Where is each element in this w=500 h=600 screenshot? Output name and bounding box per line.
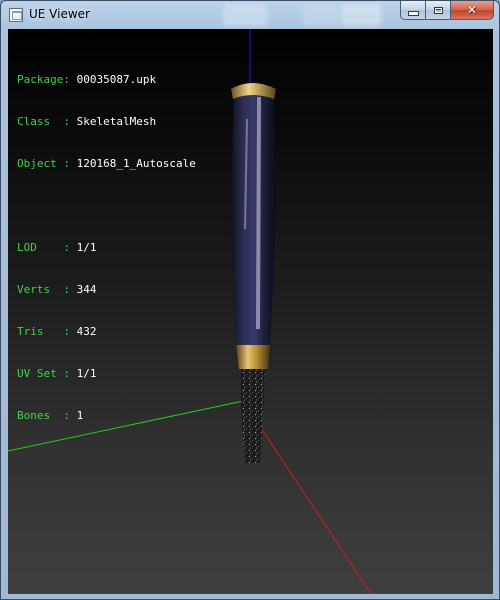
close-button[interactable]: ✕ [451,1,494,20]
title-bar-blur-decoration [223,4,267,26]
class-value: SkeletalMesh [76,115,157,128]
bones-label: Bones : [17,409,70,422]
object-value: 120168_1_Autoscale [76,157,196,170]
verts-label: Verts : [17,283,70,296]
maximize-button[interactable] [426,1,451,20]
x-axis-line [242,400,372,594]
app-window-icon[interactable] [9,8,23,22]
lod-value: 1/1 [76,241,97,254]
title-bar-blur-decoration [341,4,381,26]
uvset-label: UV Set : [17,367,70,380]
mesh-model [231,83,276,463]
minimize-icon [407,10,419,16]
tris-value: 432 [76,325,97,338]
package-value: 00035087.upk [76,73,157,86]
verts-value: 344 [76,283,97,296]
maximize-icon [433,6,443,14]
ue-viewer-window: UE Viewer ✕ Package: 00035087.upk Class … [0,0,500,600]
package-label: Package: [17,73,70,86]
mesh-band [236,343,270,369]
bones-value: 1 [76,409,84,422]
mesh-body [231,85,276,345]
window-title: UE Viewer [29,7,90,21]
mesh-grip [241,367,265,463]
uvset-value: 1/1 [76,367,97,380]
lod-label: LOD : [17,241,70,254]
caption-buttons: ✕ [400,1,494,20]
minimize-button[interactable] [400,1,426,20]
title-bar-blur-decoration [303,4,339,26]
object-label: Object : [17,157,70,170]
class-label: Class : [17,115,70,128]
title-bar[interactable]: UE Viewer ✕ [1,1,499,29]
3d-viewport[interactable]: Package: 00035087.upk Class : SkeletalMe… [8,29,493,594]
close-icon: ✕ [466,3,478,17]
tris-label: Tris : [17,325,70,338]
mesh-info-overlay: Package: 00035087.upk Class : SkeletalMe… [17,45,196,451]
